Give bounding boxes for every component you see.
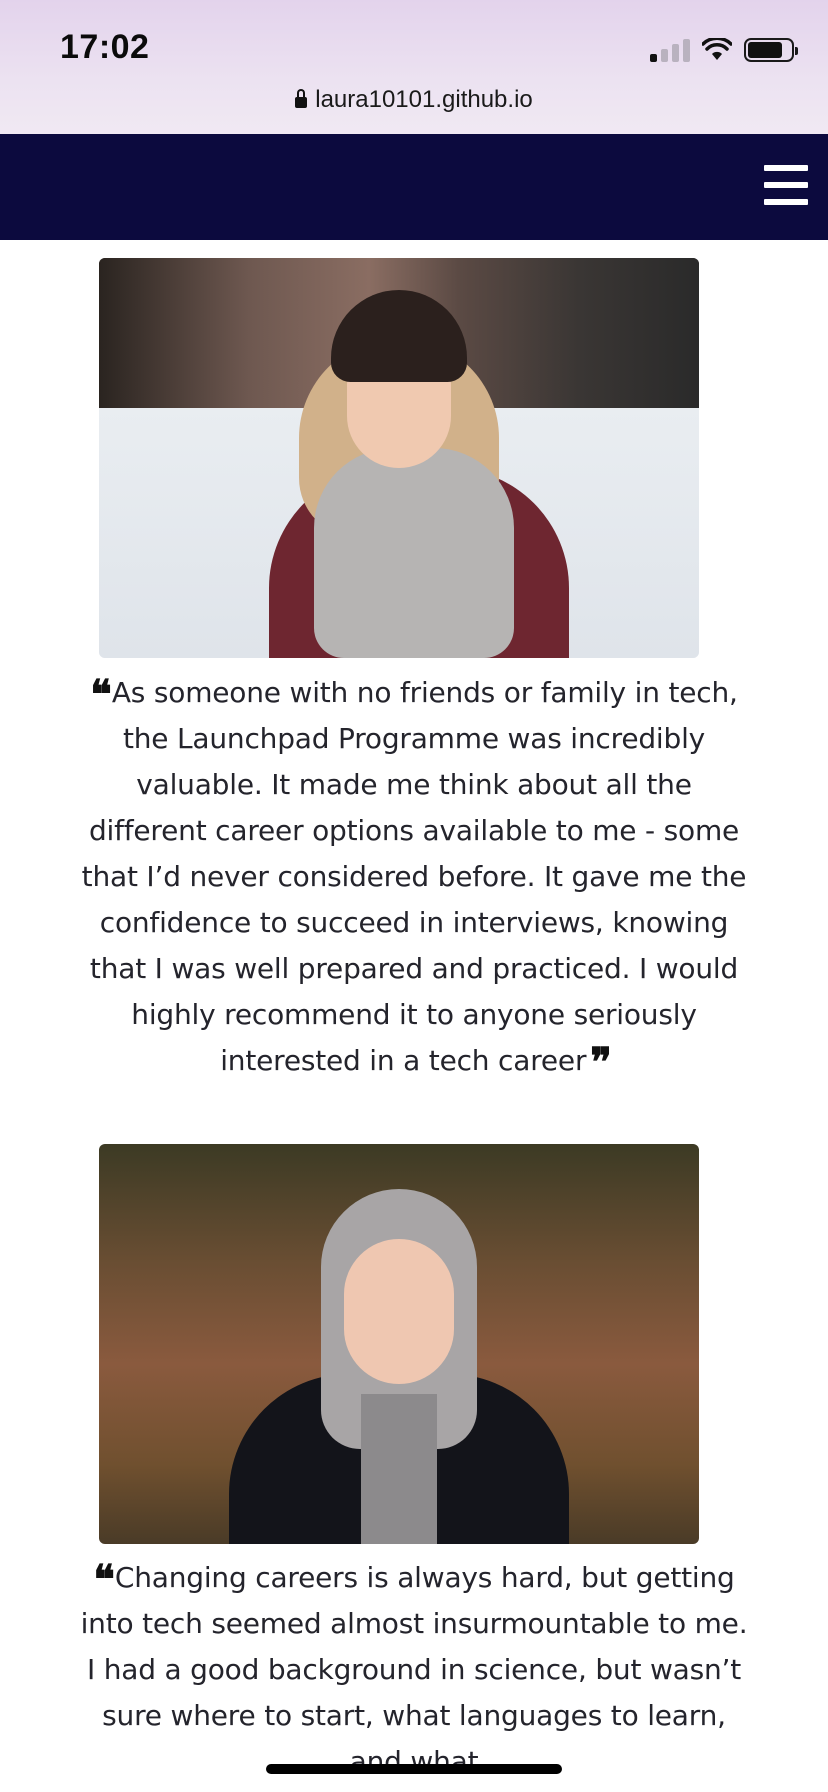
browser-chrome: 17:02 laura10101.github.io bbox=[0, 0, 828, 134]
testimonial-quote: ❝ As someone with no friends or family in… bbox=[80, 670, 748, 1084]
wifi-icon bbox=[702, 38, 732, 60]
testimonial-photo bbox=[99, 1144, 699, 1544]
quote-close-icon: ❞ bbox=[590, 1039, 611, 1086]
testimonial-text: Changing careers is always hard, but get… bbox=[80, 1561, 748, 1778]
hamburger-menu-button[interactable] bbox=[764, 165, 808, 205]
battery-icon bbox=[744, 38, 798, 62]
testimonial-text: As someone with no friends or family in … bbox=[81, 676, 747, 1077]
status-time: 17:02 bbox=[60, 28, 150, 66]
testimonial-photo bbox=[99, 258, 699, 658]
address-bar[interactable]: laura10101.github.io bbox=[0, 86, 828, 114]
quote-open-icon: ❝ bbox=[90, 671, 111, 718]
url-text: laura10101.github.io bbox=[315, 86, 533, 113]
quote-open-icon: ❝ bbox=[93, 1556, 114, 1603]
site-navbar bbox=[0, 134, 828, 240]
menu-icon-bar bbox=[764, 182, 808, 188]
testimonial-quote: ❝ Changing careers is always hard, but ge… bbox=[80, 1555, 748, 1785]
status-icons bbox=[650, 36, 798, 64]
menu-icon bbox=[764, 165, 808, 171]
menu-icon-bar bbox=[764, 199, 808, 205]
lock-icon bbox=[295, 89, 308, 108]
cellular-signal-icon bbox=[650, 38, 690, 62]
home-indicator[interactable] bbox=[266, 1764, 562, 1774]
